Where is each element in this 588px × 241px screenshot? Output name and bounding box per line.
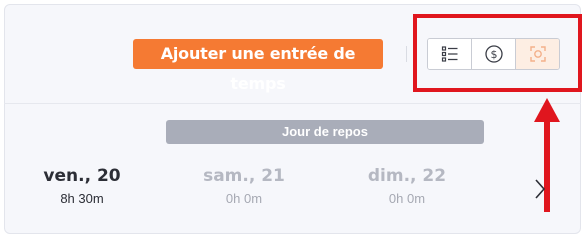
day-off-banner: Jour de repos — [166, 120, 484, 144]
day-hours: 0h 0m — [225, 191, 263, 206]
day-column-sunday[interactable]: dim., 22 0h 0m — [347, 165, 467, 207]
day-column-friday[interactable]: ven., 20 8h 30m — [22, 165, 142, 207]
day-hours: 0h 0m — [388, 191, 426, 206]
day-name: ven., 20 — [43, 166, 121, 186]
add-time-entry-button[interactable]: Ajouter une entrée de temps — [133, 39, 383, 93]
day-name: sam., 21 — [203, 166, 285, 186]
annotation-highlight-box — [413, 14, 582, 92]
chevron-right-icon[interactable] — [533, 178, 547, 200]
toolbar-separator — [406, 46, 407, 62]
day-hours: 8h 30m — [60, 191, 104, 206]
day-name: dim., 22 — [367, 166, 447, 186]
annotation-arrow-icon — [534, 98, 560, 212]
day-column-saturday[interactable]: sam., 21 0h 0m — [184, 165, 304, 207]
divider — [4, 103, 581, 104]
